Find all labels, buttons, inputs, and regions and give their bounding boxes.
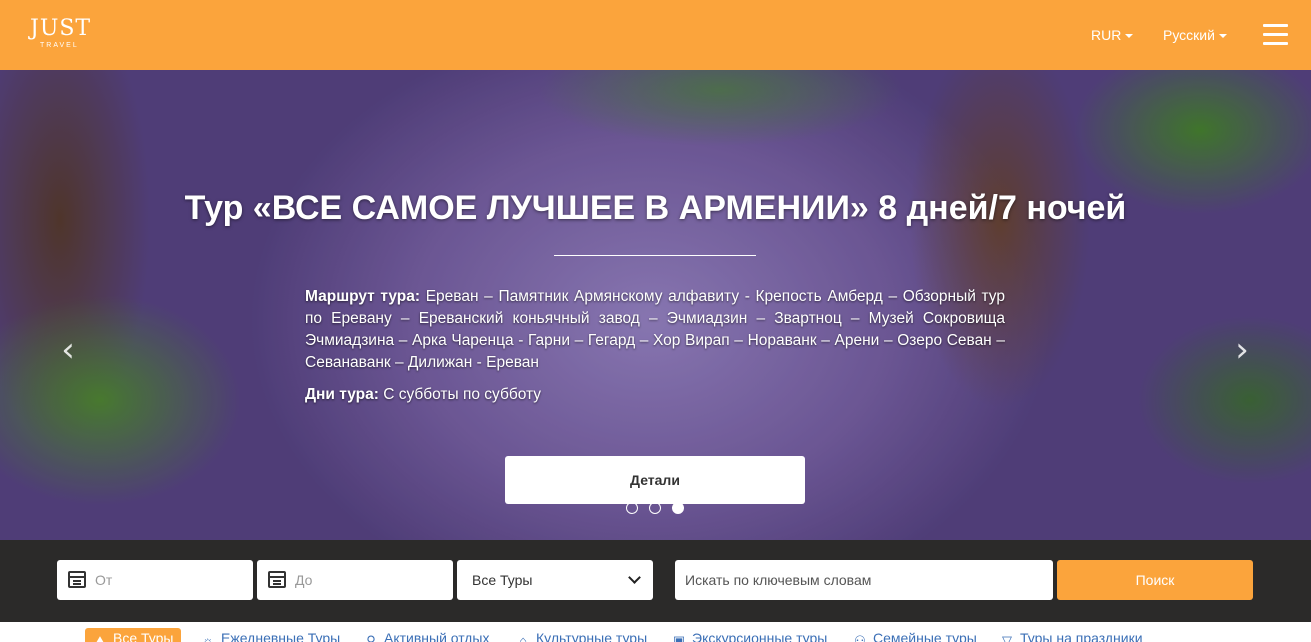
calendar-icon bbox=[68, 571, 86, 588]
map-icon: ⛰ bbox=[94, 633, 106, 642]
category-label: Культурные туры bbox=[536, 630, 648, 642]
bicycle-icon: ⚲ bbox=[366, 633, 376, 642]
details-button[interactable]: Детали bbox=[505, 456, 805, 504]
hero-carousel: ‹ › Тур «ВСЕ САМОЕ ЛУЧШЕЕ В АРМЕНИИ» 8 д… bbox=[0, 70, 1311, 540]
date-from-placeholder: От bbox=[95, 572, 113, 588]
carousel-dot-active[interactable] bbox=[672, 502, 684, 514]
keyword-search-input[interactable] bbox=[675, 560, 1053, 600]
tour-type-select[interactable]: Все Туры bbox=[457, 560, 653, 600]
category-label: Ежедневные Туры bbox=[221, 630, 341, 642]
caret-down-icon bbox=[1218, 34, 1227, 39]
category-label: Экскурсионные туры bbox=[692, 630, 828, 642]
carousel-next-arrow-icon[interactable]: › bbox=[1227, 333, 1257, 367]
tour-route: Маршрут тура: Ереван – Памятник Армянско… bbox=[305, 286, 1005, 374]
sun-icon: ☼ bbox=[202, 633, 214, 642]
days-text: С субботы по субботу bbox=[383, 386, 542, 403]
category-tabs: ⛰ Все Туры ☼ Ежедневные Туры ⚲ Активный отд… bbox=[0, 622, 1311, 642]
just-travel-logo[interactable]: JUST TRAVEL bbox=[28, 16, 92, 56]
calendar-icon bbox=[268, 571, 286, 588]
tour-type-value: Все Туры bbox=[472, 572, 533, 588]
date-to-field[interactable]: До bbox=[257, 560, 453, 600]
language-label: Русский bbox=[1163, 27, 1215, 43]
category-label: Активный отдых bbox=[384, 630, 490, 642]
logo-sub-text: TRAVEL bbox=[40, 42, 79, 49]
bus-icon: ▣ bbox=[672, 633, 686, 642]
search-button[interactable]: Поиск bbox=[1057, 560, 1253, 600]
currency-label: RUR bbox=[1091, 27, 1122, 43]
category-active-rest[interactable]: ⚲ Активный отдых bbox=[364, 628, 489, 642]
top-header: JUST TRAVEL RUR Русский bbox=[0, 0, 1311, 70]
days-label: Дни тура: bbox=[305, 386, 379, 403]
category-label: Семейные туры bbox=[873, 630, 977, 642]
family-icon: ⚇ bbox=[854, 633, 866, 642]
keyword-search-field[interactable] bbox=[675, 560, 1053, 600]
tour-search-bar: От До Все Туры Поиск bbox=[0, 540, 1311, 622]
cocktail-icon: ▽ bbox=[1002, 633, 1012, 642]
category-label: Туры на праздники bbox=[1020, 630, 1143, 642]
carousel-prev-arrow-icon[interactable]: ‹ bbox=[53, 333, 83, 367]
category-all-tours[interactable]: ⛰ Все Туры bbox=[85, 628, 182, 642]
caret-down-icon bbox=[1125, 34, 1134, 39]
category-excursion-tours[interactable]: ▣ Экскурсионные туры bbox=[672, 628, 827, 642]
title-divider bbox=[554, 255, 756, 256]
monument-icon: ⌂ bbox=[519, 633, 527, 642]
logo-main-text: JUST bbox=[30, 16, 92, 41]
route-label: Маршрут тура: bbox=[305, 288, 421, 305]
category-daily-tours[interactable]: ☼ Ежедневные Туры bbox=[201, 628, 340, 642]
category-holiday-tours[interactable]: ▽ Туры на праздники bbox=[1000, 628, 1143, 642]
date-from-field[interactable]: От bbox=[57, 560, 253, 600]
menu-icon[interactable] bbox=[1263, 24, 1288, 46]
carousel-dot[interactable] bbox=[649, 502, 661, 514]
category-label: Все Туры bbox=[113, 630, 174, 642]
language-dropdown[interactable]: Русский bbox=[1163, 26, 1227, 44]
tour-title: Тур «ВСЕ САМОЕ ЛУЧШЕЕ В АРМЕНИИ» 8 дней/… bbox=[184, 189, 1127, 227]
tour-days: Дни тура: С субботы по субботу bbox=[305, 384, 1005, 406]
chevron-down-icon bbox=[628, 571, 641, 584]
category-cultural-tours[interactable]: ⌂ Культурные туры bbox=[516, 628, 647, 642]
category-family-tours[interactable]: ⚇ Семейные туры bbox=[853, 628, 977, 642]
carousel-dot[interactable] bbox=[626, 502, 638, 514]
currency-dropdown[interactable]: RUR bbox=[1091, 26, 1134, 44]
date-to-placeholder: До bbox=[295, 572, 313, 588]
